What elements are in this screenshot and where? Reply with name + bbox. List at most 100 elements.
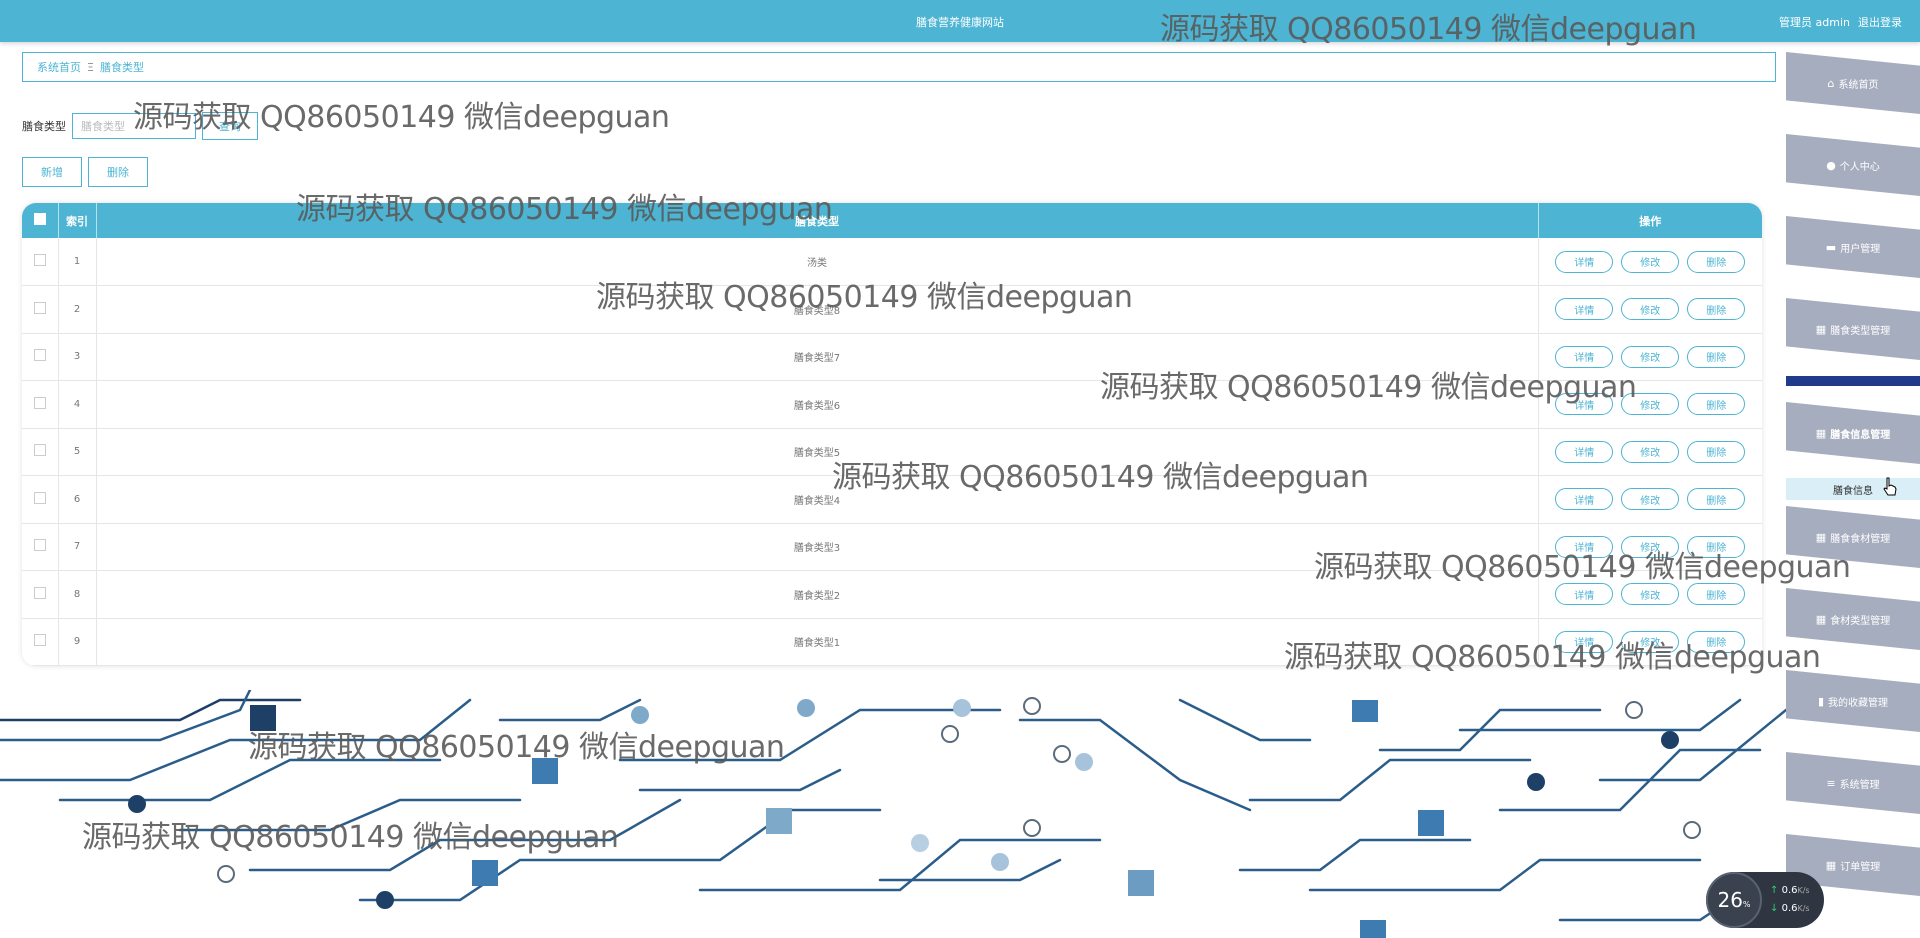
upload-arrow-icon: ↑ xyxy=(1770,885,1779,896)
sidebar-subitem-diet-info[interactable]: 膳食信息 xyxy=(1786,478,1920,500)
edit-button[interactable]: 修改 xyxy=(1621,250,1680,273)
row-checkbox[interactable] xyxy=(33,586,46,599)
column-header-index: 索引 xyxy=(58,203,97,238)
user-area: 管理员 admin 退出登录 xyxy=(1779,14,1902,30)
row-checkbox[interactable] xyxy=(33,396,46,409)
detail-button[interactable]: 详情 xyxy=(1555,583,1614,606)
breadcrumb: 系统首页 Ξ 膳食类型 xyxy=(22,52,1776,82)
edit-button[interactable]: 修改 xyxy=(1621,488,1680,511)
sidebar: ⌂ 系统首页 ● 个人中心 ▬ 用户管理 ▦ 膳食类型管理 ▦ 膳食信息管理 膳食信息 ▦… xyxy=(1786,42,1920,938)
row-index: 2 xyxy=(58,285,97,333)
row-checkbox[interactable] xyxy=(33,539,46,552)
row-index: 7 xyxy=(58,523,97,571)
watermark-text: 源码获取 QQ86050149 微信deepguan xyxy=(1314,550,1851,585)
sidebar-item-users[interactable]: ▬ 用户管理 xyxy=(1786,216,1920,278)
trash-icon: ▮ xyxy=(1817,694,1825,708)
breadcrumb-home[interactable]: 系统首页 xyxy=(37,59,81,75)
row-ops: 详情 修改 删除 xyxy=(1538,238,1762,286)
edit-button[interactable]: 修改 xyxy=(1621,298,1680,321)
watermark-text: 源码获取 QQ86050149 微信deepguan xyxy=(832,460,1369,495)
watermark-text: 源码获取 QQ86050149 微信deepguan xyxy=(296,192,833,227)
row-checkbox[interactable] xyxy=(33,301,46,314)
sidebar-subitem-diet-type[interactable] xyxy=(1786,376,1920,386)
row-select-cell[interactable] xyxy=(22,380,59,428)
search-label: 膳食类型 xyxy=(22,120,66,133)
cpu-gauge: 26% xyxy=(1706,872,1762,928)
row-index: 8 xyxy=(58,570,97,618)
row-checkbox[interactable] xyxy=(33,491,46,504)
row-select-cell[interactable] xyxy=(22,570,59,618)
row-checkbox[interactable] xyxy=(33,444,46,457)
watermark-text: 源码获取 QQ86050149 微信deepguan xyxy=(248,730,785,765)
sidebar-item-profile[interactable]: ● 个人中心 xyxy=(1786,134,1920,196)
row-index: 5 xyxy=(58,428,97,476)
watermark-text: 源码获取 QQ86050149 微信deepguan xyxy=(1284,640,1821,675)
watermark-text: 源码获取 QQ86050149 微信deepguan xyxy=(1160,12,1697,47)
edit-button[interactable]: 修改 xyxy=(1621,583,1680,606)
row-delete-button[interactable]: 删除 xyxy=(1687,345,1746,368)
watermark-text: 源码获取 QQ86050149 微信deepguan xyxy=(82,820,619,855)
watermark-text: 源码获取 QQ86050149 微信deepguan xyxy=(133,100,670,135)
logout-link[interactable]: 退出登录 xyxy=(1858,14,1902,30)
watermark-text: 源码获取 QQ86050149 微信deepguan xyxy=(596,280,1133,315)
grid-icon: ▦ xyxy=(1815,322,1827,336)
edit-button[interactable]: 修改 xyxy=(1621,440,1680,463)
row-delete-button[interactable]: 删除 xyxy=(1687,583,1746,606)
sidebar-item-diet-info[interactable]: ▦ 膳食信息管理 xyxy=(1786,402,1920,464)
row-delete-button[interactable]: 删除 xyxy=(1687,440,1746,463)
user-icon: ● xyxy=(1826,158,1836,172)
column-header-ops: 操作 xyxy=(1639,214,1662,228)
detail-button[interactable]: 详情 xyxy=(1555,488,1614,511)
hand-cursor-icon xyxy=(1883,477,1897,496)
detail-button[interactable]: 详情 xyxy=(1555,250,1614,273)
site-title: 膳食营养健康网站 xyxy=(916,16,1004,29)
briefcase-icon: ▬ xyxy=(1825,240,1837,254)
breadcrumb-separator: Ξ xyxy=(87,60,94,74)
table-header-row: 索引 膳食类型 操作 xyxy=(22,203,1762,238)
home-icon: ⌂ xyxy=(1827,76,1835,90)
grid-icon: ▦ xyxy=(1825,858,1837,872)
role-label: 管理员 admin xyxy=(1779,16,1850,29)
sidebar-item-favorites[interactable]: ▮ 我的收藏管理 xyxy=(1786,670,1920,732)
row-checkbox[interactable] xyxy=(33,634,46,647)
row-index: 6 xyxy=(58,475,97,523)
row-ops: 详情 修改 删除 xyxy=(1538,476,1762,524)
row-select-cell[interactable] xyxy=(22,523,59,571)
row-ops: 详情 修改 删除 xyxy=(1538,286,1762,334)
sidebar-item-system[interactable]: ≡ 系统管理 xyxy=(1786,752,1920,814)
row-delete-button[interactable]: 删除 xyxy=(1687,250,1746,273)
row-select-cell[interactable] xyxy=(22,285,59,333)
row-select-cell[interactable] xyxy=(22,428,59,476)
row-index: 9 xyxy=(58,618,97,666)
watermark-text: 源码获取 QQ86050149 微信deepguan xyxy=(1100,370,1637,405)
sidebar-item-diet-type[interactable]: ▦ 膳食类型管理 xyxy=(1786,298,1920,360)
action-row: 新增 删除 xyxy=(22,157,148,187)
network-speed-widget: 26% ↑ 0.6K/s ↓ 0.6K/s xyxy=(1706,872,1824,928)
row-ops: 详情 修改 删除 xyxy=(1538,428,1762,476)
breadcrumb-current: 膳食类型 xyxy=(99,61,144,74)
delete-button[interactable]: 删除 xyxy=(88,157,148,187)
row-delete-button[interactable]: 删除 xyxy=(1687,488,1746,511)
row-checkbox[interactable] xyxy=(33,254,46,266)
sidebar-item-home[interactable]: ⌂ 系统首页 xyxy=(1786,52,1920,114)
menu-icon: ≡ xyxy=(1826,776,1836,790)
detail-button[interactable]: 详情 xyxy=(1555,298,1614,321)
row-select-cell[interactable] xyxy=(22,618,59,666)
row-select-cell[interactable] xyxy=(22,475,59,523)
row-index: 4 xyxy=(58,380,97,428)
select-all-cell[interactable] xyxy=(22,203,59,238)
row-index: 1 xyxy=(58,238,97,286)
grid-icon: ▦ xyxy=(1815,612,1827,626)
row-index: 3 xyxy=(58,333,97,381)
grid-icon: ▦ xyxy=(1815,426,1827,440)
row-select-cell[interactable] xyxy=(22,333,59,381)
network-rates: ↑ 0.6K/s ↓ 0.6K/s xyxy=(1770,885,1810,914)
select-all-checkbox[interactable] xyxy=(33,213,46,225)
download-arrow-icon: ↓ xyxy=(1770,903,1779,914)
add-button[interactable]: 新增 xyxy=(22,157,82,187)
row-delete-button[interactable]: 删除 xyxy=(1687,298,1746,321)
detail-button[interactable]: 详情 xyxy=(1555,440,1614,463)
row-select-cell[interactable] xyxy=(22,238,59,286)
row-delete-button[interactable]: 删除 xyxy=(1687,393,1746,416)
row-checkbox[interactable] xyxy=(33,349,46,362)
